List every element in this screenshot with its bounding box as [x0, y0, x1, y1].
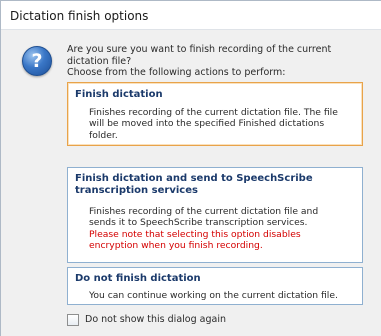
question-icon-glyph: ? — [31, 50, 43, 72]
option-warning-line: Please note that selecting this option d… — [89, 228, 301, 240]
option-do-not-finish[interactable]: Do not finish dictation You can continue… — [67, 267, 363, 305]
option-finish-and-send[interactable]: Finish dictation and send to SpeechScrib… — [67, 167, 363, 263]
option-description-line: sends it to SpeechScribe transcription s… — [89, 217, 308, 229]
option-finish-dictation[interactable]: Finish dictation Finishes recording of t… — [67, 82, 363, 146]
dialog-content: ? Are you sure you want to finish record… — [1, 30, 381, 336]
option-description: You can continue working on the current … — [89, 290, 359, 301]
option-warning-line: encryption when you finish recording. — [89, 240, 263, 252]
option-description: Finishes recording of the current dictat… — [89, 206, 359, 252]
question-icon: ? — [22, 46, 52, 76]
option-description-line: Finishes recording of the current dictat… — [89, 206, 319, 217]
option-description-line: folder. — [89, 129, 118, 141]
option-title: Finish dictation — [75, 89, 163, 101]
option-description: Finishes recording of the current dictat… — [89, 107, 359, 141]
window-title: Dictation finish options — [10, 9, 149, 23]
dictation-finish-dialog: Dictation finish options ? Are you sure … — [0, 0, 381, 336]
option-title-line: Finish dictation and send to SpeechScrib… — [75, 173, 313, 184]
intro-text: Are you sure you want to finish recordin… — [67, 44, 367, 79]
option-title: Do not finish dictation — [75, 273, 201, 285]
option-title: Finish dictation and send to SpeechScrib… — [75, 173, 313, 197]
option-description-line: will be moved into the specified Finishe… — [89, 118, 325, 130]
dont-show-again-checkbox[interactable] — [67, 314, 79, 326]
intro-line: Choose from the following actions to per… — [67, 67, 286, 79]
option-title-line: transcription services — [75, 185, 198, 196]
option-description-line: You can continue working on the current … — [89, 290, 338, 301]
intro-line: dictation file? — [67, 55, 132, 67]
option-title-line: Do not finish dictation — [75, 273, 201, 284]
title-bar[interactable]: Dictation finish options — [1, 1, 381, 30]
option-title-line: Finish dictation — [75, 89, 163, 100]
intro-line: Are you sure you want to finish recordin… — [67, 44, 332, 55]
option-description-line: Finishes recording of the current dictat… — [89, 107, 338, 118]
dont-show-again-label[interactable]: Do not show this dialog again — [85, 314, 226, 326]
